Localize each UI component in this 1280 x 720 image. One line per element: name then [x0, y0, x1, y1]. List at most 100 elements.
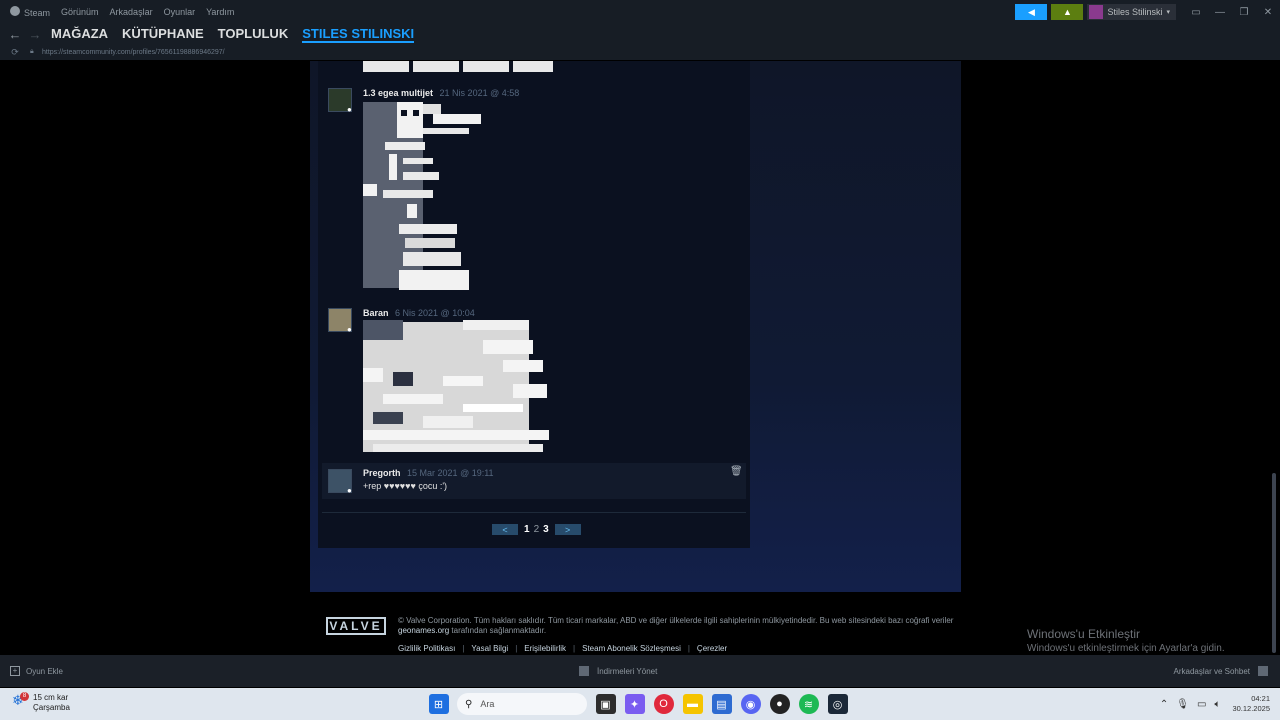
friend-icon: ● — [347, 105, 352, 114]
comment-time: 15 Mar 2021 @ 19:11 — [407, 468, 494, 478]
friends-label: Arkadaşlar ve Sohbet — [1173, 666, 1251, 676]
avatar[interactable]: ● — [328, 469, 352, 495]
url-bar: ⟳ 🔒︎ https://steamcommunity.com/profiles… — [0, 44, 1280, 60]
ascii-art-fragment — [363, 61, 553, 72]
footer-link-ssa[interactable]: Steam Abonelik Sözleşmesi — [582, 644, 681, 653]
plus-icon: + — [10, 666, 20, 676]
announcement-button[interactable]: ◀ — [1015, 4, 1048, 20]
chevron-up-icon[interactable]: ⌃ — [1160, 699, 1168, 710]
nav-profile[interactable]: STILES STILINSKI — [302, 26, 415, 43]
page-content: ● 1.3 egea multijet 21 Nis 2021 @ 4:58 ●… — [0, 61, 1280, 655]
page-current: 2 — [533, 524, 540, 535]
watermark-subtitle: Windows'u etkinleştirmek için Ayarlar'a … — [1027, 643, 1225, 654]
menu-games[interactable]: Oyunlar — [164, 7, 196, 17]
weather-day: Çarşamba — [33, 703, 70, 712]
search-input[interactable]: ⚲ Ara — [457, 693, 587, 715]
scrollbar[interactable] — [1272, 473, 1276, 653]
footer-links: Gizlilik Politikası | Yasal Bilgi | Eriş… — [398, 644, 728, 653]
notifications-button[interactable]: ▲ — [1051, 4, 1084, 20]
start-icon[interactable]: ⊞ — [428, 694, 449, 714]
friend-icon: ● — [347, 325, 352, 334]
footer-link-privacy[interactable]: Gizlilik Politikası — [398, 644, 455, 653]
user-name: Stiles Stilinski — [1107, 7, 1163, 17]
steam-bottom-bar: + Oyun Ekle İndirmeleri Yönet Arkadaşlar… — [0, 655, 1280, 687]
comment-author[interactable]: Pregorth — [363, 468, 401, 478]
comment-time: 21 Nis 2021 @ 4:58 — [439, 88, 520, 98]
next-page-button[interactable]: > — [554, 524, 581, 535]
main-menu: Steam Görünüm Arkadaşlar Oyunlar Yardım — [0, 6, 245, 18]
steam-icon[interactable]: ◎ — [827, 694, 848, 714]
chat-icon — [1258, 666, 1268, 676]
reload-icon[interactable]: ⟳ — [0, 47, 30, 58]
clock-date: 30.12.2025 — [1232, 704, 1270, 713]
weather-badge: 8 — [20, 692, 29, 701]
nav-bar: ← → MAĞAZA KÜTÜPHANE TOPLULUK STILES STI… — [0, 24, 1280, 44]
network-icon[interactable]: ▭ — [1197, 699, 1206, 710]
microphone-icon[interactable]: 🎙︎ — [1176, 699, 1189, 710]
comment-item: ● Pregorth 15 Mar 2021 @ 19:11 +rep ♥♥♥♥… — [322, 463, 746, 499]
close-button[interactable]: ✕ — [1256, 7, 1280, 18]
trash-icon[interactable]: 🗑︎ — [730, 466, 743, 478]
friends-chat-button[interactable]: Arkadaşlar ve Sohbet — [1173, 666, 1268, 676]
minimize-button[interactable]: — — [1208, 7, 1232, 18]
bell-icon: ▲ — [1063, 7, 1072, 17]
windows-taskbar: ❄ 8 15 cm kar Çarşamba ⊞ ⚲ Ara ▣ ✦ O ▬ ▤ … — [0, 688, 1280, 720]
add-game-label: Oyun Ekle — [26, 666, 63, 676]
comment-author[interactable]: Baran — [363, 308, 389, 318]
avatar[interactable]: ● — [328, 88, 352, 114]
friend-icon: ● — [347, 486, 352, 495]
manage-downloads-button[interactable]: İndirmeleri Yönet — [579, 666, 657, 676]
task-view-icon[interactable]: ▣ — [595, 694, 616, 714]
clock-time: 04:21 — [1251, 694, 1270, 703]
valve-logo[interactable]: VALVE — [326, 617, 386, 635]
discord-icon[interactable]: ◉ — [740, 694, 761, 714]
avatar[interactable]: ● — [328, 308, 352, 334]
copyright-tail: tarafından sağlanmaktadır. — [451, 626, 547, 635]
volume-icon[interactable]: 🔈︎ — [1214, 699, 1220, 710]
footer-link-cookies[interactable]: Çerezler — [697, 644, 727, 653]
footer-link-legal[interactable]: Yasal Bilgi — [471, 644, 508, 653]
copilot-icon[interactable]: ✦ — [624, 694, 645, 714]
activation-watermark: Windows'u Etkinleştir Windows'u etkinleş… — [1027, 627, 1225, 654]
forward-arrow-icon[interactable]: → — [25, 27, 45, 42]
weather-widget[interactable]: ❄ 8 15 cm kar Çarşamba — [12, 692, 70, 713]
spotify-icon[interactable]: ≋ — [798, 694, 819, 714]
maximize-button[interactable]: ❐ — [1232, 7, 1256, 18]
divider — [322, 512, 746, 513]
store-icon[interactable]: ▤ — [711, 694, 732, 714]
page-link-1[interactable]: 1 — [524, 524, 530, 535]
menu-steam[interactable]: Steam — [10, 6, 50, 18]
opera-icon[interactable]: O — [653, 694, 674, 714]
megaphone-icon: ◀ — [1028, 6, 1035, 17]
downloads-label: İndirmeleri Yönet — [597, 666, 658, 676]
snow-icon: ❄ 8 — [12, 692, 29, 711]
comment-author[interactable]: 1.3 egea multijet — [363, 88, 433, 98]
chevron-down-icon: ▾ — [1166, 9, 1170, 16]
back-arrow-icon[interactable]: ← — [5, 27, 25, 42]
game-app-icon[interactable]: ● — [769, 694, 790, 714]
ascii-art-comment-2 — [363, 320, 549, 454]
menu-view[interactable]: Görünüm — [61, 7, 99, 17]
watermark-title: Windows'u Etkinleştir — [1027, 627, 1140, 641]
file-explorer-icon[interactable]: ▬ — [682, 694, 703, 714]
url-text[interactable]: https://steamcommunity.com/profiles/7656… — [42, 49, 225, 56]
page-link-3[interactable]: 3 — [543, 524, 549, 535]
clock[interactable]: 04:21 30.12.2025 — [1232, 694, 1270, 714]
lock-icon: 🔒︎ — [30, 48, 34, 55]
menu-help[interactable]: Yardım — [206, 7, 234, 17]
menu-friends[interactable]: Arkadaşlar — [110, 7, 153, 17]
nav-community[interactable]: TOPLULUK — [218, 26, 289, 43]
comment-text: +rep ♥♥♥♥♥♥ çocu :') — [363, 481, 448, 491]
nav-library[interactable]: KÜTÜPHANE — [122, 26, 204, 43]
big-picture-icon[interactable]: ▭ — [1184, 7, 1208, 18]
add-game-button[interactable]: + Oyun Ekle — [10, 666, 63, 676]
nav-store[interactable]: MAĞAZA — [51, 26, 108, 43]
pagination: < 1 2 3 > — [492, 524, 581, 535]
footer-link-accessibility[interactable]: Erişilebilirlik — [524, 644, 566, 653]
search-placeholder: Ara — [480, 699, 495, 709]
geonames-link[interactable]: geonames.org — [398, 626, 449, 635]
title-bar: Steam Görünüm Arkadaşlar Oyunlar Yardım … — [0, 0, 1280, 24]
user-menu[interactable]: Stiles Stilinski ▾ — [1087, 4, 1176, 20]
prev-page-button[interactable]: < — [492, 524, 518, 535]
weather-temp: 15 cm kar — [33, 693, 69, 702]
